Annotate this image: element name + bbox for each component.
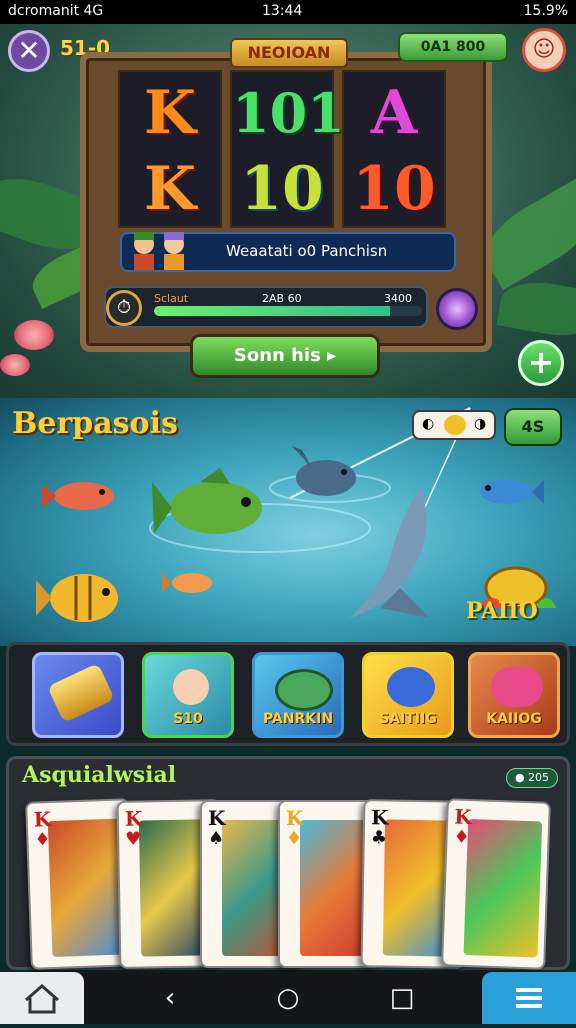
slot-title: NEOIOAN — [230, 38, 348, 68]
progress-left-label: Sclaut — [154, 292, 189, 305]
red-fish-icon[interactable] — [40, 476, 120, 516]
reel-1: K K — [118, 70, 222, 228]
menu-button[interactable] — [482, 972, 576, 1024]
spin-button-label: Sonn his ▸ — [233, 345, 337, 366]
coin-stack-icon — [275, 669, 333, 711]
bait-selector[interactable]: ◐ ◑ — [412, 410, 496, 440]
coin-icon — [444, 415, 466, 435]
flower-decoration — [0, 354, 30, 376]
face-icon: ☺ — [532, 37, 556, 62]
reel-symbol: 10 — [352, 154, 436, 224]
card-suit: ♥ — [125, 828, 142, 850]
recents-button[interactable]: □ — [372, 972, 432, 1024]
cards-badge: ● 205 — [506, 768, 558, 788]
card-suit: ♦ — [286, 828, 303, 849]
character-icon — [173, 669, 209, 705]
circle-icon: ○ — [276, 983, 300, 1013]
item-saitiig[interactable]: SAITIIG — [362, 652, 454, 738]
plus-icon: + — [527, 343, 555, 381]
small-blue-fish-icon[interactable] — [474, 472, 544, 512]
reel-symbol: 10 — [240, 154, 324, 224]
cards-title: Asquialwsial — [22, 762, 177, 788]
back-icon: ‹ — [164, 983, 176, 1013]
spin-button[interactable]: Sonn his ▸ — [190, 334, 380, 378]
item-mermaid[interactable]: S10 — [142, 652, 234, 738]
carrier-label: dcromanit 4G — [8, 3, 104, 19]
close-icon: ✕ — [17, 34, 41, 67]
green-fish-icon[interactable] — [150, 462, 270, 552]
bait-icon: ◐ — [422, 416, 435, 432]
reel-2: 101 10 — [230, 70, 345, 228]
progress-fill — [154, 306, 390, 316]
characters-icon — [134, 232, 184, 270]
item-kaiiog[interactable]: KAIIOG — [468, 652, 560, 738]
home-button[interactable] — [0, 972, 84, 1024]
card-rank: K — [453, 804, 473, 830]
progress-right-label: 3400 — [384, 292, 412, 305]
card-rank: K — [124, 806, 143, 831]
progress-mid-label: 2AB 60 — [262, 292, 302, 305]
reel-3: A 10 — [342, 70, 446, 228]
clock: 13:44 — [262, 3, 303, 19]
yellow-fish-icon[interactable] — [36, 562, 126, 632]
reel-symbol: K — [143, 78, 197, 148]
card-suit: ♣ — [370, 827, 388, 849]
card-art — [47, 818, 127, 958]
status-bar: dcromanit 4G 13:44 15.9% — [0, 0, 576, 24]
reel-symbol: A — [370, 78, 418, 148]
close-button[interactable]: ✕ — [8, 30, 50, 72]
square-icon: □ — [389, 983, 415, 1013]
fishing-title: Berpasois — [12, 406, 178, 441]
gold-bar-icon — [47, 663, 115, 723]
card-rank: K — [370, 805, 389, 830]
bait-icon: ◑ — [474, 416, 487, 432]
coin-balance[interactable]: 0A1 800 — [398, 32, 508, 62]
add-button[interactable]: + — [518, 340, 564, 386]
card-suit: ♠ — [208, 828, 225, 849]
reward-label: PAIIO — [466, 598, 538, 624]
orange-fish-icon[interactable] — [162, 568, 216, 598]
timer-icon: ⏱ — [106, 290, 142, 326]
monster-icon — [387, 667, 435, 707]
card-suit: ♦ — [34, 829, 51, 851]
player-avatar[interactable]: ☺ — [522, 28, 566, 72]
squid-icon — [491, 667, 543, 707]
card-suit: ♦ — [453, 826, 471, 849]
progress-bar — [154, 306, 422, 316]
info-banner: Weaatati o0 Panchisn — [120, 232, 456, 272]
item-gold-bar[interactable] — [32, 652, 124, 738]
item-label: PANRKIN — [262, 711, 334, 727]
swordfish-icon[interactable] — [340, 478, 450, 628]
list-icon — [516, 988, 542, 1008]
overview-home-button[interactable]: ○ — [258, 972, 318, 1024]
info-text: Weaatati o0 Panchisn — [226, 242, 388, 260]
card-rank: K — [286, 806, 304, 830]
reel-symbol: 101 — [232, 81, 345, 145]
item-pankin[interactable]: PANRKIN — [252, 652, 344, 738]
playing-card[interactable]: K ♦ — [441, 798, 551, 970]
cards-badge-count: 205 — [528, 771, 550, 784]
item-label: SAITIIG — [379, 711, 437, 727]
flower-decoration — [14, 320, 54, 350]
item-label: KAIIOG — [486, 711, 542, 727]
home-icon — [25, 984, 59, 1014]
card-art — [463, 818, 543, 958]
card-rank: K — [208, 806, 226, 830]
bonus-swirl-button[interactable] — [436, 288, 478, 330]
reel-symbol: K — [143, 154, 197, 224]
battery-level: 15.9% — [523, 3, 568, 19]
item-label: S10 — [173, 711, 203, 727]
back-button[interactable]: ‹ — [140, 972, 200, 1024]
bait-count[interactable]: 4S — [504, 408, 562, 446]
drop-icon: ● — [514, 771, 529, 784]
card-rank: K — [33, 806, 52, 832]
